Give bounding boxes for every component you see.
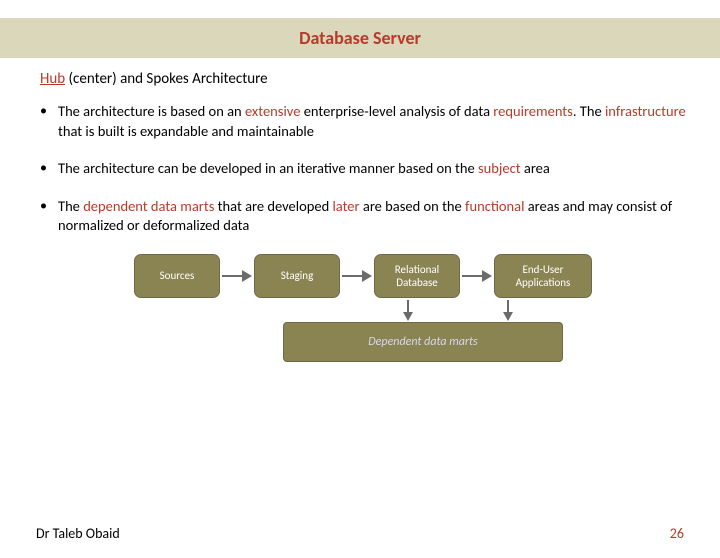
footer: Dr Taleb Obaid 26 [0,525,720,542]
box-sources: Sources [134,254,220,298]
bullet-3-text: The dependent data marts that are develo… [58,197,686,236]
bullet-3: • The dependent data marts that are deve… [40,197,686,236]
author-name: Dr Taleb Obaid [36,525,120,542]
diagram-row: Sources Staging Relational Database End-… [134,254,592,298]
slide-title: Database Server [299,27,421,49]
arrow-icon [342,269,372,283]
arrow-icon [222,269,252,283]
subheading-hub: Hub [40,70,65,88]
box-relational-db: Relational Database [374,254,460,298]
subheading: Hub (center) and Spokes Architecture [40,70,686,88]
down-connectors [183,300,543,322]
box-staging: Staging [254,254,340,298]
bullet-marker: • [40,102,58,141]
box-dependent-data-marts: Dependent data marts [283,322,563,362]
architecture-diagram: Sources Staging Relational Database End-… [40,254,686,362]
subheading-rest: (center) and Spokes Architecture [65,70,268,88]
arrow-down-icon [503,312,513,321]
bullet-marker: • [40,159,58,179]
bullet-marker: • [40,197,58,236]
content-area: Hub (center) and Spokes Architecture • T… [0,58,720,362]
bullet-1-text: The architecture is based on an extensiv… [58,102,686,141]
arrow-icon [462,269,492,283]
bullet-list: • The architecture is based on an extens… [40,102,686,236]
arrow-down-icon [403,312,413,321]
title-bar: Database Server [0,18,720,58]
bullet-1: • The architecture is based on an extens… [40,102,686,141]
box-end-user: End-User Applications [494,254,592,298]
bullet-2: • The architecture can be developed in a… [40,159,686,179]
bullet-2-text: The architecture can be developed in an … [58,159,550,179]
page-number: 26 [670,525,684,542]
